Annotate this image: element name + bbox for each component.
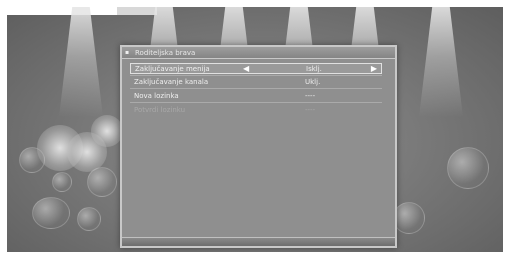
row-divider (130, 102, 382, 103)
background-bubble (19, 147, 45, 173)
tv-screen: ▪ Roditeljska brava Zaključavanje menija… (7, 7, 503, 252)
dialog-footer (122, 237, 395, 246)
background-bubble (87, 167, 117, 197)
new-password-value: ---- (305, 91, 316, 100)
confirm-password-label: Potvrdi lozinku (134, 105, 186, 114)
background-flower (91, 115, 123, 147)
menu-lock-row[interactable]: Zaključavanje menija ◀ Isklj. ▶ (130, 63, 382, 74)
dialog-header: ▪ Roditeljska brava (122, 47, 395, 59)
channel-lock-value: Uklj. (305, 77, 321, 86)
arrow-left-icon[interactable]: ◀ (243, 64, 249, 73)
background-bubble (393, 202, 425, 234)
background-bubble (32, 197, 70, 229)
new-password-label: Nova lozinka (134, 91, 179, 100)
row-divider (130, 88, 382, 89)
menu-lock-value: Isklj. (306, 64, 322, 73)
dialog-title: Roditeljska brava (135, 48, 196, 57)
background-bubble (52, 172, 72, 192)
menu-lock-label: Zaključavanje menija (135, 64, 210, 73)
parental-lock-dialog: ▪ Roditeljska brava Zaključavanje menija… (120, 45, 397, 248)
confirm-password-row: Potvrdi lozinku ---- (130, 104, 382, 115)
new-password-row[interactable]: Nova lozinka ---- (130, 90, 382, 101)
spotlight (59, 7, 103, 117)
background-bubble (77, 207, 101, 231)
background-bubble (447, 147, 489, 189)
arrow-right-icon[interactable]: ▶ (371, 64, 377, 73)
confirm-password-value: ---- (305, 105, 316, 114)
menu-bullet-icon: ▪ (125, 48, 130, 56)
channel-lock-row[interactable]: Zaključavanje kanala Uklj. (130, 76, 382, 87)
channel-lock-label: Zaključavanje kanala (134, 77, 209, 86)
spotlight (419, 7, 463, 117)
